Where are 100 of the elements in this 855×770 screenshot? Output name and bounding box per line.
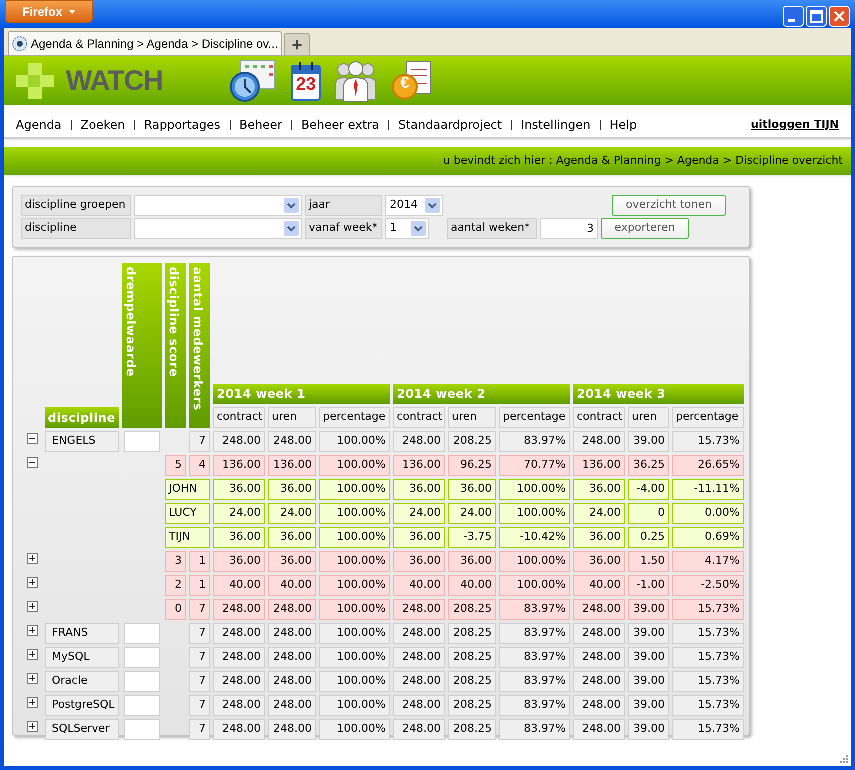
table-cell: 248.00 [393,623,445,644]
nav-link[interactable]: Agenda [16,116,62,134]
action-button[interactable]: exporteren [601,218,689,239]
column-header: drempelwaarde [122,263,162,428]
expand-icon[interactable] [26,601,38,612]
table-cell: 1 [189,551,210,572]
action-button[interactable]: overzicht tonen [612,195,726,216]
table-cell: 208.25 [448,695,496,716]
expand-icon[interactable] [26,697,38,708]
nav-link[interactable]: Instellingen [521,116,591,134]
threshold-input[interactable] [124,647,160,668]
collapse-icon[interactable] [26,433,38,444]
table-cell: 248.00 [393,647,445,668]
table-cell: 39.00 [628,695,669,716]
table-cell: 248.00 [213,599,265,620]
table-cell: 70.77% [499,455,570,476]
expand-icon[interactable] [26,625,38,636]
browser-tab[interactable]: Agenda & Planning > Agenda > Discipline ov... [8,31,282,55]
table-cell: 1.50 [628,551,669,572]
maximize-icon[interactable] [806,6,827,27]
column-header: uren [268,407,316,428]
resize-grip-icon[interactable] [839,754,849,764]
nav-link[interactable]: Beheer [240,116,282,134]
table-cell: -3.75 [448,527,496,548]
threshold-input[interactable] [124,431,160,452]
table-cell: 248.00 [268,647,316,668]
column-header: discipline [45,407,119,428]
table-cell: 24.00 [213,503,265,524]
table-cell: 36.00 [393,527,445,548]
expand-icon[interactable] [26,673,38,684]
table-cell: 39.00 [628,431,669,452]
table-cell: 39.00 [628,599,669,620]
table-cell: 5 [165,455,186,476]
table-cell: -10.42% [499,527,570,548]
table-cell: 3 [165,551,186,572]
field-label: discipline [21,218,131,239]
table-cell: 100.00% [319,719,390,740]
close-icon[interactable] [829,6,850,27]
table-cell: ENGELS [45,431,119,452]
expand-icon[interactable] [26,721,38,732]
table-cell: 0 [628,503,669,524]
nav-link[interactable]: Rapportages [144,116,221,134]
number-input[interactable]: 3 [540,218,598,239]
logout-link[interactable]: uitloggen TIJN [751,116,839,134]
table-cell: 36.00 [573,551,625,572]
nav-link[interactable]: Zoeken [80,116,126,134]
table-cell: 100.00% [499,479,570,500]
table-cell: 248.00 [268,671,316,692]
table-cell: 208.25 [448,431,496,452]
table-cell: 36.00 [268,551,316,572]
table-cell: 83.97% [499,719,570,740]
table-cell: 136.00 [393,455,445,476]
threshold-input[interactable] [124,719,160,740]
threshold-input[interactable] [124,623,160,644]
collapse-icon[interactable] [26,457,38,468]
table-cell: 40.00 [448,575,496,596]
table-cell: 39.00 [628,647,669,668]
table-cell: 2 [165,575,186,596]
table-cell: 24.00 [448,503,496,524]
nav-link[interactable]: Standaardproject [398,116,502,134]
table-cell: 40.00 [268,575,316,596]
column-header: uren [448,407,496,428]
dropdown[interactable]: 2014 [385,195,443,216]
table-cell: 36.00 [448,479,496,500]
nav-link[interactable]: Help [610,116,638,134]
table-cell: 208.25 [448,599,496,620]
table-cell: 36.25 [628,455,669,476]
table-cell: 40.00 [573,575,625,596]
table-cell: 100.00% [319,671,390,692]
threshold-input[interactable] [124,671,160,692]
expand-icon[interactable] [26,649,38,660]
new-tab-button[interactable]: + [284,33,310,55]
table-cell: 100.00% [499,575,570,596]
table-cell: 36.00 [393,551,445,572]
table-cell: 136.00 [268,455,316,476]
expand-icon[interactable] [26,553,38,564]
table-cell: TIJN [165,527,210,548]
table-cell: 7 [189,623,210,644]
table-cell: 15.73% [672,671,744,692]
threshold-input[interactable] [124,695,160,716]
minimize-icon[interactable] [783,6,804,27]
table-cell: -2.50% [672,575,744,596]
dropdown[interactable]: 1 [385,218,429,239]
column-header: contract [573,407,625,428]
table-cell: 24.00 [268,503,316,524]
table-cell: 83.97% [499,647,570,668]
table-cell: 36.00 [573,527,625,548]
nav-link[interactable]: Beheer extra [301,116,380,134]
table-cell: 248.00 [573,623,625,644]
table-cell: 248.00 [213,623,265,644]
table-cell: 248.00 [393,695,445,716]
table-cell: 7 [189,695,210,716]
team-icon[interactable] [335,60,378,102]
table-cell: 15.73% [672,695,744,716]
table-cell: 7 [189,647,210,668]
column-header: uren [628,407,669,428]
table-cell: 208.25 [448,623,496,644]
table-cell: 248.00 [213,671,265,692]
expand-icon[interactable] [26,577,38,588]
clock-calendar-icon[interactable] [229,58,278,102]
